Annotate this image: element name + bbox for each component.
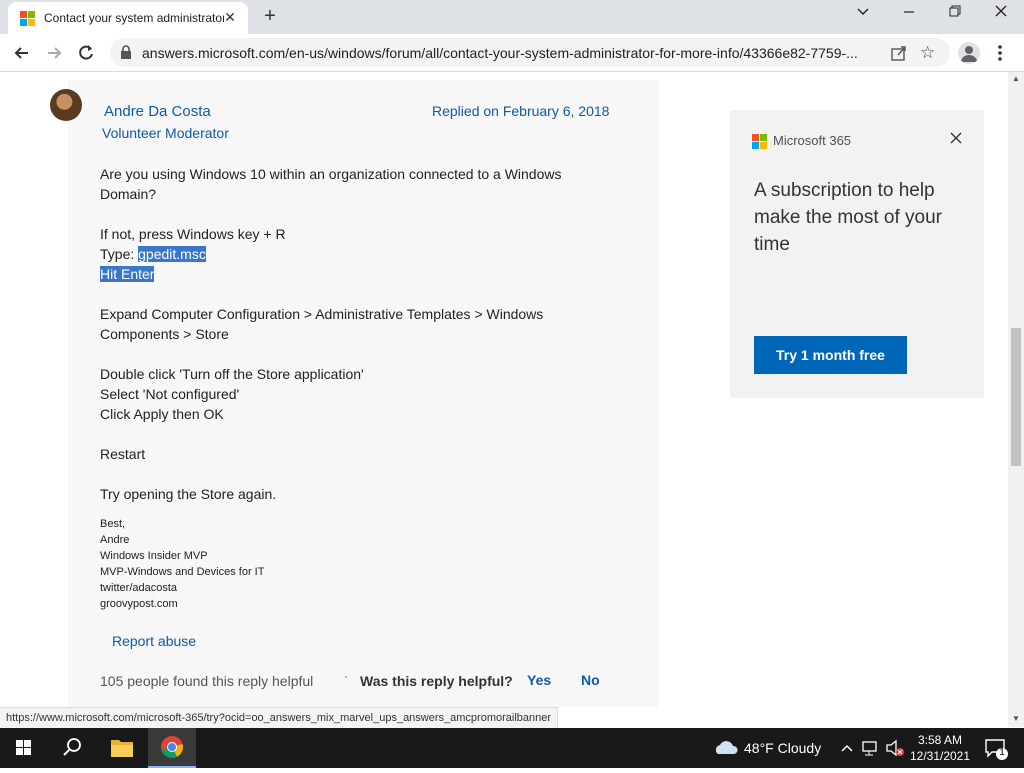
selected-command: gpedit.msc (138, 246, 206, 262)
url-text[interactable]: answers.microsoft.com/en-us/windows/foru… (142, 45, 882, 61)
taskbar: 48°F Cloudy 3:58 AM 12/31/2021 1 (0, 728, 1024, 768)
plus-icon[interactable]: + (260, 6, 280, 26)
forward-icon[interactable] (43, 42, 65, 64)
reply-date[interactable]: Replied on February 6, 2018 (432, 103, 609, 119)
network-icon[interactable] (860, 728, 882, 768)
yes-button[interactable]: Yes (527, 672, 551, 688)
author-name[interactable]: Andre Da Costa (104, 103, 211, 120)
signature-line: MVP-Windows and Devices for IT (100, 566, 265, 578)
signature-line: twitter/adacosta (100, 582, 178, 594)
speaker-muted-icon[interactable] (884, 728, 906, 768)
chevron-down-icon[interactable] (848, 4, 878, 26)
microsoft-logo-icon (752, 134, 768, 150)
scroll-down-icon[interactable]: ▼ (1012, 714, 1020, 723)
body-line: Expand Computer Configuration > Administ… (100, 306, 544, 342)
body-line: Select 'Not configured' (100, 386, 240, 402)
browser-toolbar: answers.microsoft.com/en-us/windows/foru… (0, 34, 1024, 72)
body-line: Click Apply then OK (100, 406, 224, 422)
share-icon[interactable] (890, 44, 908, 62)
promo-banner: Microsoft 365 A subscription to help mak… (730, 110, 984, 398)
body-line: Double click 'Turn off the Store applica… (100, 366, 364, 382)
type-prefix: Type: (100, 246, 139, 262)
notification-icon[interactable]: 1 (980, 728, 1012, 768)
signature-line: Windows Insider MVP (100, 550, 208, 562)
cloud-icon[interactable] (712, 728, 740, 768)
profile-icon[interactable] (958, 42, 980, 64)
helpful-question: Was this reply helpful? (360, 673, 513, 689)
body-line: Type: gpedit.msc (100, 244, 610, 264)
signature-line: Best, (100, 518, 126, 530)
scroll-up-icon[interactable]: ▲ (1012, 74, 1020, 83)
body-line: Are you using Windows 10 within an organ… (100, 166, 562, 202)
helpful-count: 105 people found this reply helpful (100, 673, 314, 689)
report-abuse-link[interactable]: Report abuse (112, 633, 196, 649)
windows-start-icon[interactable] (0, 728, 48, 768)
body-line: Try opening the Store again. (100, 486, 277, 502)
try-free-button[interactable]: Try 1 month free (754, 336, 907, 374)
reply-body: Are you using Windows 10 within an organ… (100, 164, 610, 504)
address-bar[interactable]: answers.microsoft.com/en-us/windows/foru… (110, 38, 950, 67)
scrollbar-thumb[interactable] (1011, 328, 1021, 466)
search-icon[interactable] (48, 728, 96, 768)
clock-date: 12/31/2021 (909, 749, 971, 763)
ad-headline: A subscription to help make the most of … (754, 180, 942, 255)
back-icon[interactable] (11, 42, 33, 64)
body-line: Restart (100, 446, 146, 462)
star-icon[interactable]: ☆ (920, 43, 935, 63)
ad-brand: Microsoft 365 (773, 133, 852, 148)
lock-icon[interactable] (120, 45, 132, 59)
browser-tab[interactable]: Contact your system administrator ✕ (8, 2, 248, 34)
file-explorer-icon[interactable] (98, 728, 146, 768)
minimize-icon[interactable] (894, 4, 924, 26)
microsoft-favicon (20, 11, 35, 26)
caret-up-icon[interactable] (838, 728, 856, 768)
signature-line: Andre (100, 534, 130, 546)
author-role[interactable]: Volunteer Moderator (102, 125, 229, 141)
system-clock[interactable]: 3:58 AM 12/31/2021 (908, 732, 972, 764)
weather-text[interactable]: 48°F Cloudy (744, 740, 821, 756)
body-line: Hit Enter (100, 264, 610, 284)
notification-count: 1 (999, 747, 1005, 758)
signature: Best, Andre Windows Insider MVP MVP-Wind… (100, 516, 264, 612)
kebab-menu-icon[interactable] (995, 42, 1005, 64)
clock-time: 3:58 AM (917, 733, 963, 747)
chrome-icon[interactable] (148, 728, 196, 768)
page-viewport: Andre Da Costa Volunteer Moderator Repli… (0, 72, 1008, 707)
vertical-scrollbar[interactable]: ▲ ▼ (1008, 72, 1024, 727)
body-line: If not, press Windows key + R (100, 226, 286, 242)
tab-strip: Contact your system administrator ✕ + (0, 0, 1024, 34)
selected-text: Hit Enter (100, 266, 155, 282)
link-status-bubble: https://www.microsoft.com/microsoft-365/… (0, 707, 559, 729)
no-button[interactable]: No (581, 672, 600, 688)
window-close-icon[interactable] (986, 4, 1016, 26)
reload-icon[interactable] (75, 42, 97, 64)
avatar[interactable] (50, 89, 82, 121)
close-icon[interactable]: ✕ (222, 9, 238, 25)
tab-title: Contact your system administrator (44, 11, 224, 25)
separator-dot: · (344, 669, 348, 683)
signature-line: groovypost.com (100, 598, 178, 610)
restore-icon[interactable] (940, 4, 970, 26)
close-icon[interactable] (948, 130, 964, 146)
